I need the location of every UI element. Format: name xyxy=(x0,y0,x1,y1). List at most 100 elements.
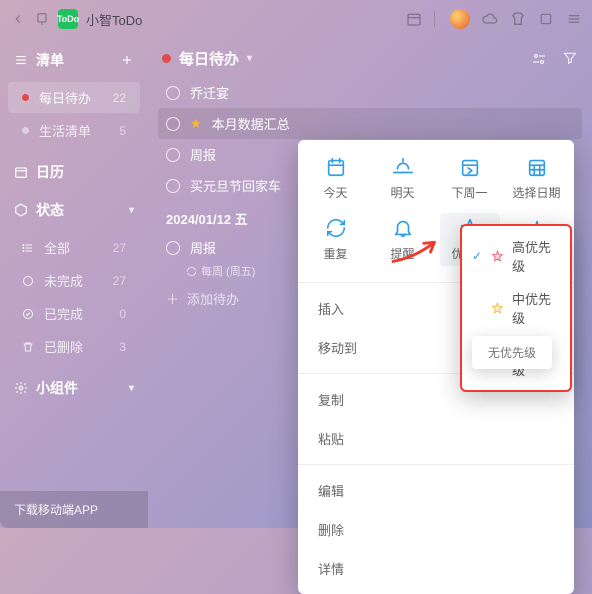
priority-none[interactable]: 无优先级 xyxy=(472,336,552,369)
menu-cell-bell[interactable]: 提醒 xyxy=(373,213,433,266)
repeat-text: 每周 (周五) xyxy=(201,263,255,279)
task-label: 本月数据汇总 xyxy=(212,114,290,133)
avatar[interactable] xyxy=(450,9,470,29)
cloud-icon[interactable] xyxy=(482,11,498,27)
menu-cell-label: 选择日期 xyxy=(512,184,560,201)
circle-icon xyxy=(22,275,36,287)
checkbox-icon[interactable] xyxy=(166,179,180,193)
sidebar-item-count: 0 xyxy=(119,307,126,321)
chevron-down-icon: ▾ xyxy=(129,205,134,216)
star-icon xyxy=(491,249,504,263)
sidebar-item-count: 22 xyxy=(113,91,126,105)
menu-cell-repeat[interactable]: 重复 xyxy=(306,213,366,266)
app-name: 小智ToDo xyxy=(86,10,142,29)
section-label: 清单 xyxy=(36,50,64,70)
filter-icon[interactable] xyxy=(562,50,578,68)
sidebar-item-count: 5 xyxy=(119,124,126,138)
sidebar-item-label: 生活清单 xyxy=(39,121,119,140)
list-icon xyxy=(22,242,36,254)
menu-item[interactable]: 详情 xyxy=(298,549,574,588)
calendar-grid-icon xyxy=(526,156,548,178)
plus-icon: ＋ xyxy=(166,289,179,308)
sidebar-item-label: 未完成 xyxy=(44,271,113,290)
task-label: 乔迁宴 xyxy=(190,83,229,102)
menu-cell-label: 重复 xyxy=(323,245,347,262)
dot-icon xyxy=(22,127,29,134)
sidebar-section-status[interactable]: 状态 ▾ xyxy=(0,192,148,230)
priority-label: 中优先级 xyxy=(512,289,560,327)
sidebar-item-all[interactable]: 全部 27 xyxy=(8,232,140,263)
dot-icon xyxy=(22,94,29,101)
menu-cell-label: 明天 xyxy=(390,184,414,201)
sidebar-item-label: 每日待办 xyxy=(39,88,113,107)
sidebar-section-calendar[interactable]: 日历 xyxy=(0,154,148,192)
section-label: 小组件 xyxy=(36,378,78,398)
menu-cell-calendar-grid[interactable]: 选择日期 xyxy=(507,152,567,205)
menu-item[interactable]: 编辑 xyxy=(298,471,574,510)
task-label: 买元旦节回家车 xyxy=(190,176,281,195)
sidebar-item-count: 3 xyxy=(119,340,126,354)
menu-icon[interactable] xyxy=(566,11,582,27)
pin-icon[interactable] xyxy=(34,11,50,27)
star-icon xyxy=(491,301,504,315)
priority-option[interactable]: 中优先级 xyxy=(462,282,570,334)
menu-cell-label: 下周一 xyxy=(451,184,487,201)
sidebar-item-deleted[interactable]: 已删除 3 xyxy=(8,331,140,362)
priority-label: 高优先级 xyxy=(512,237,560,275)
divider xyxy=(434,11,438,27)
sidebar: 清单 每日待办 22 生活清单 5 日历 状态 ▾ 全部 27 未完成 xyxy=(0,38,148,528)
bell-icon xyxy=(392,217,414,239)
checkbox-icon[interactable] xyxy=(166,241,180,255)
section-label: 日历 xyxy=(36,162,64,182)
star-icon: ★ xyxy=(190,116,202,132)
sidebar-item-count: 27 xyxy=(113,274,126,288)
repeat-icon xyxy=(325,217,347,239)
download-app-link[interactable]: 下载移动端APP xyxy=(0,491,148,528)
sidebar-item-life[interactable]: 生活清单 5 xyxy=(8,115,140,146)
sidebar-item-incomplete[interactable]: 未完成 27 xyxy=(8,265,140,296)
sidebar-item-complete[interactable]: 已完成 0 xyxy=(8,298,140,329)
chevron-down-icon: ▾ xyxy=(129,383,134,394)
sidebar-item-daily[interactable]: 每日待办 22 xyxy=(8,82,140,113)
checkbox-icon[interactable] xyxy=(166,86,180,100)
task-label: 周报 xyxy=(190,238,216,257)
check-icon xyxy=(22,308,36,320)
app-logo: ToDo xyxy=(58,9,78,29)
menu-item[interactable]: 删除 xyxy=(298,510,574,549)
add-task-label: 添加待办 xyxy=(187,289,239,308)
list-title[interactable]: 每日待办 ▾ xyxy=(162,48,252,69)
task-row[interactable]: ★ 本月数据汇总 xyxy=(158,108,582,139)
add-list-icon[interactable] xyxy=(120,53,134,67)
sidebar-section-lists[interactable]: 清单 xyxy=(0,42,148,80)
sort-icon[interactable] xyxy=(530,50,548,68)
calendar-icon xyxy=(325,156,347,178)
trash-icon xyxy=(22,341,36,353)
menu-cell-calendar[interactable]: 今天 xyxy=(306,152,366,205)
skin-icon[interactable] xyxy=(510,11,526,27)
checkbox-icon[interactable] xyxy=(166,117,180,131)
sidebar-section-widgets[interactable]: 小组件 ▾ xyxy=(0,370,148,408)
priority-option[interactable]: ✓ 高优先级 xyxy=(462,230,570,282)
window-icon[interactable] xyxy=(538,11,554,27)
list-title-text: 每日待办 xyxy=(179,48,239,69)
sidebar-item-label: 全部 xyxy=(44,238,113,257)
task-label: 周报 xyxy=(190,145,216,164)
task-row[interactable]: 乔迁宴 xyxy=(162,77,578,108)
sidebar-item-count: 27 xyxy=(113,241,126,255)
check-icon: ✓ xyxy=(472,249,483,263)
dot-icon xyxy=(162,54,171,63)
checkbox-icon[interactable] xyxy=(166,148,180,162)
menu-cell-sunrise[interactable]: 明天 xyxy=(373,152,433,205)
sunrise-icon xyxy=(392,156,414,178)
menu-item[interactable]: 粘贴 xyxy=(298,419,574,458)
sidebar-item-label: 已删除 xyxy=(44,337,119,356)
menu-cell-label: 提醒 xyxy=(390,245,414,262)
calendar-dropdown-icon[interactable] xyxy=(406,11,422,27)
chevron-down-icon: ▾ xyxy=(247,53,252,64)
menu-cell-calendar-next[interactable]: 下周一 xyxy=(440,152,500,205)
calendar-next-icon xyxy=(459,156,481,178)
back-icon[interactable] xyxy=(10,11,26,27)
titlebar: ToDo 小智ToDo xyxy=(0,0,592,38)
sidebar-item-label: 已完成 xyxy=(44,304,119,323)
menu-cell-label: 今天 xyxy=(323,184,347,201)
